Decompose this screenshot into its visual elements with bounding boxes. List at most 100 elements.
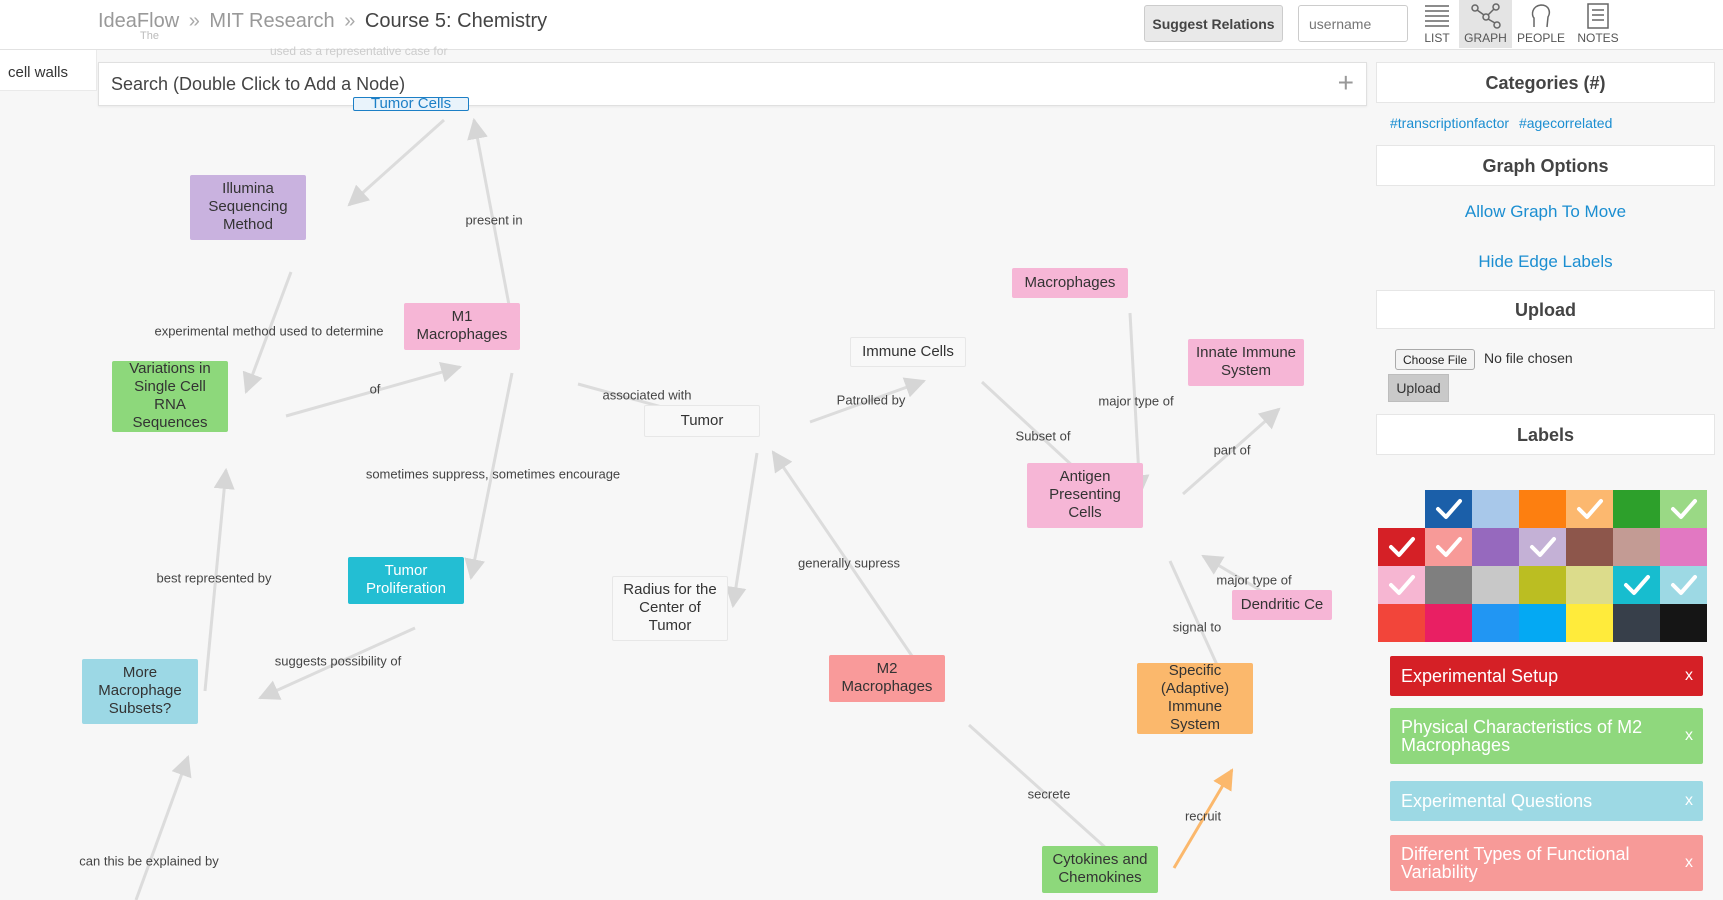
label-color-swatch[interactable]: [1613, 604, 1660, 642]
label-color-swatch[interactable]: [1472, 490, 1519, 528]
remove-label-icon[interactable]: x: [1685, 854, 1693, 872]
remove-label-icon[interactable]: x: [1685, 792, 1693, 810]
label-color-swatch[interactable]: [1519, 604, 1566, 642]
no-file-text: No file chosen: [1484, 350, 1573, 366]
tag-agecorrelated[interactable]: #agecorrelated: [1519, 115, 1612, 131]
label-color-swatch[interactable]: [1660, 528, 1707, 566]
labels-title: Labels: [1376, 414, 1715, 455]
tab-notes[interactable]: NOTES: [1571, 0, 1625, 48]
node-tumorprolif[interactable]: Tumor Proliferation: [348, 556, 464, 604]
upload-title: Upload: [1376, 290, 1715, 329]
label-item[interactable]: Physical Characteristics of M2 Macrophag…: [1390, 708, 1703, 764]
node-subsets[interactable]: More Macrophage Subsets?: [82, 658, 198, 724]
edge-label: associated with: [602, 387, 692, 403]
node-macrophages[interactable]: Macrophages: [1012, 268, 1128, 298]
node-innate[interactable]: Innate Immune System: [1188, 338, 1304, 386]
node-dendritic[interactable]: Dendritic Ce: [1232, 590, 1332, 620]
left-node-panel: cell walls: [0, 50, 97, 91]
breadcrumb-mit-research[interactable]: MIT Research: [209, 10, 334, 32]
label-color-swatch[interactable]: [1472, 604, 1519, 642]
label-item[interactable]: Different Types of Functional Variabilit…: [1390, 835, 1703, 891]
node-top[interactable]: Tumor Cells: [353, 97, 469, 111]
label-item-text: Physical Characteristics of M2 Macrophag…: [1401, 717, 1643, 755]
label-color-swatch[interactable]: [1425, 490, 1472, 528]
search-input[interactable]: [99, 63, 1323, 105]
username-input[interactable]: [1298, 5, 1408, 42]
label-color-swatch[interactable]: [1425, 528, 1472, 566]
hide-edge-labels-link[interactable]: Hide Edge Labels: [1376, 252, 1715, 272]
edge-label: secrete: [1027, 786, 1071, 802]
label-color-swatch[interactable]: [1425, 604, 1472, 642]
tab-graph[interactable]: GRAPH: [1459, 0, 1512, 48]
edge-label: present in: [465, 212, 523, 228]
checkmark-icon: [1576, 499, 1603, 519]
checkmark-icon: [1435, 537, 1462, 557]
node-cytokines[interactable]: Cytokines and Chemokines: [1042, 845, 1158, 893]
label-color-swatch[interactable]: [1613, 566, 1660, 604]
label-color-swatch[interactable]: [1519, 490, 1566, 528]
tab-list[interactable]: LIST: [1412, 0, 1462, 48]
edge-label: Patrolled by: [836, 392, 906, 408]
node-specific[interactable]: Specific (Adaptive) Immune System: [1137, 662, 1253, 734]
label-color-swatch[interactable]: [1378, 528, 1425, 566]
label-color-swatch[interactable]: [1660, 490, 1707, 528]
label-color-swatch[interactable]: [1472, 528, 1519, 566]
label-color-swatch[interactable]: [1566, 490, 1613, 528]
tag-transcriptionfactor[interactable]: #transcriptionfactor: [1390, 115, 1509, 131]
tab-people-label: PEOPLE: [1516, 31, 1566, 45]
node-m2[interactable]: M2 Macrophages: [829, 654, 945, 702]
upload-button[interactable]: Upload: [1388, 374, 1449, 402]
edge-label: generally supress: [798, 555, 900, 571]
node-variations[interactable]: Variations in Single Cell RNA Sequences: [112, 360, 228, 432]
plus-icon[interactable]: +: [1338, 68, 1354, 98]
ghost-edge-text: used as a representative case for: [270, 44, 448, 58]
label-color-swatch[interactable]: [1613, 490, 1660, 528]
node-tumor[interactable]: Tumor: [644, 405, 760, 437]
label-color-swatch[interactable]: [1613, 528, 1660, 566]
checkmark-icon: [1529, 537, 1556, 557]
node-m1[interactable]: M1 Macrophages: [404, 302, 520, 350]
edge-label: best represented by: [156, 570, 272, 586]
top-bar: IdeaFlow » MIT Research » Course 5: Chem…: [0, 0, 1723, 50]
label-color-swatch[interactable]: [1378, 566, 1425, 604]
allow-graph-move-link[interactable]: Allow Graph To Move: [1376, 202, 1715, 222]
edge-label: part of: [1213, 442, 1251, 458]
label-item-text: Different Types of Functional Variabilit…: [1401, 844, 1630, 882]
breadcrumb-current: Course 5: Chemistry: [364, 10, 548, 32]
choose-file-button[interactable]: Choose File: [1395, 349, 1476, 370]
breadcrumb: IdeaFlow » MIT Research » Course 5: Chem…: [98, 10, 547, 33]
edge-label: experimental method used to determine: [154, 323, 384, 339]
suggest-relations-button[interactable]: Suggest Relations: [1144, 5, 1283, 42]
node-immune[interactable]: Immune Cells: [850, 337, 966, 367]
remove-label-icon[interactable]: x: [1685, 667, 1693, 685]
node-apc[interactable]: Antigen Presenting Cells: [1027, 462, 1143, 528]
cell-walls-item[interactable]: cell walls: [8, 64, 68, 81]
label-color-swatch[interactable]: [1378, 490, 1425, 528]
breadcrumb-ideaflow[interactable]: IdeaFlow: [98, 10, 179, 32]
edge-label: recruit: [1184, 808, 1222, 824]
checkmark-icon: [1388, 537, 1415, 557]
label-color-swatch[interactable]: [1566, 604, 1613, 642]
label-color-swatch[interactable]: [1519, 528, 1566, 566]
node-radius[interactable]: Radius for the Center of Tumor: [612, 575, 728, 641]
label-color-swatch[interactable]: [1472, 566, 1519, 604]
node-illumina[interactable]: Illumina Sequencing Method: [190, 174, 306, 240]
remove-label-icon[interactable]: x: [1685, 727, 1693, 745]
label-color-swatch[interactable]: [1566, 528, 1613, 566]
label-item[interactable]: Experimental Questions x: [1390, 781, 1703, 821]
edge-label: Subset of: [1015, 428, 1071, 444]
label-color-swatch[interactable]: [1660, 566, 1707, 604]
tab-people[interactable]: PEOPLE: [1514, 0, 1568, 48]
breadcrumb-separator: »: [344, 10, 356, 32]
label-color-swatch[interactable]: [1425, 566, 1472, 604]
tab-graph-label: GRAPH: [1464, 31, 1507, 45]
label-color-swatch[interactable]: [1660, 604, 1707, 642]
notes-icon: [1587, 3, 1609, 29]
label-color-swatch[interactable]: [1519, 566, 1566, 604]
label-color-swatch[interactable]: [1566, 566, 1613, 604]
categories-title: Categories (#): [1376, 62, 1715, 103]
label-item[interactable]: Experimental Setup x: [1390, 656, 1703, 696]
search-bar: +: [98, 62, 1367, 106]
sidebar: [1376, 62, 1715, 900]
label-color-swatch[interactable]: [1378, 604, 1425, 642]
